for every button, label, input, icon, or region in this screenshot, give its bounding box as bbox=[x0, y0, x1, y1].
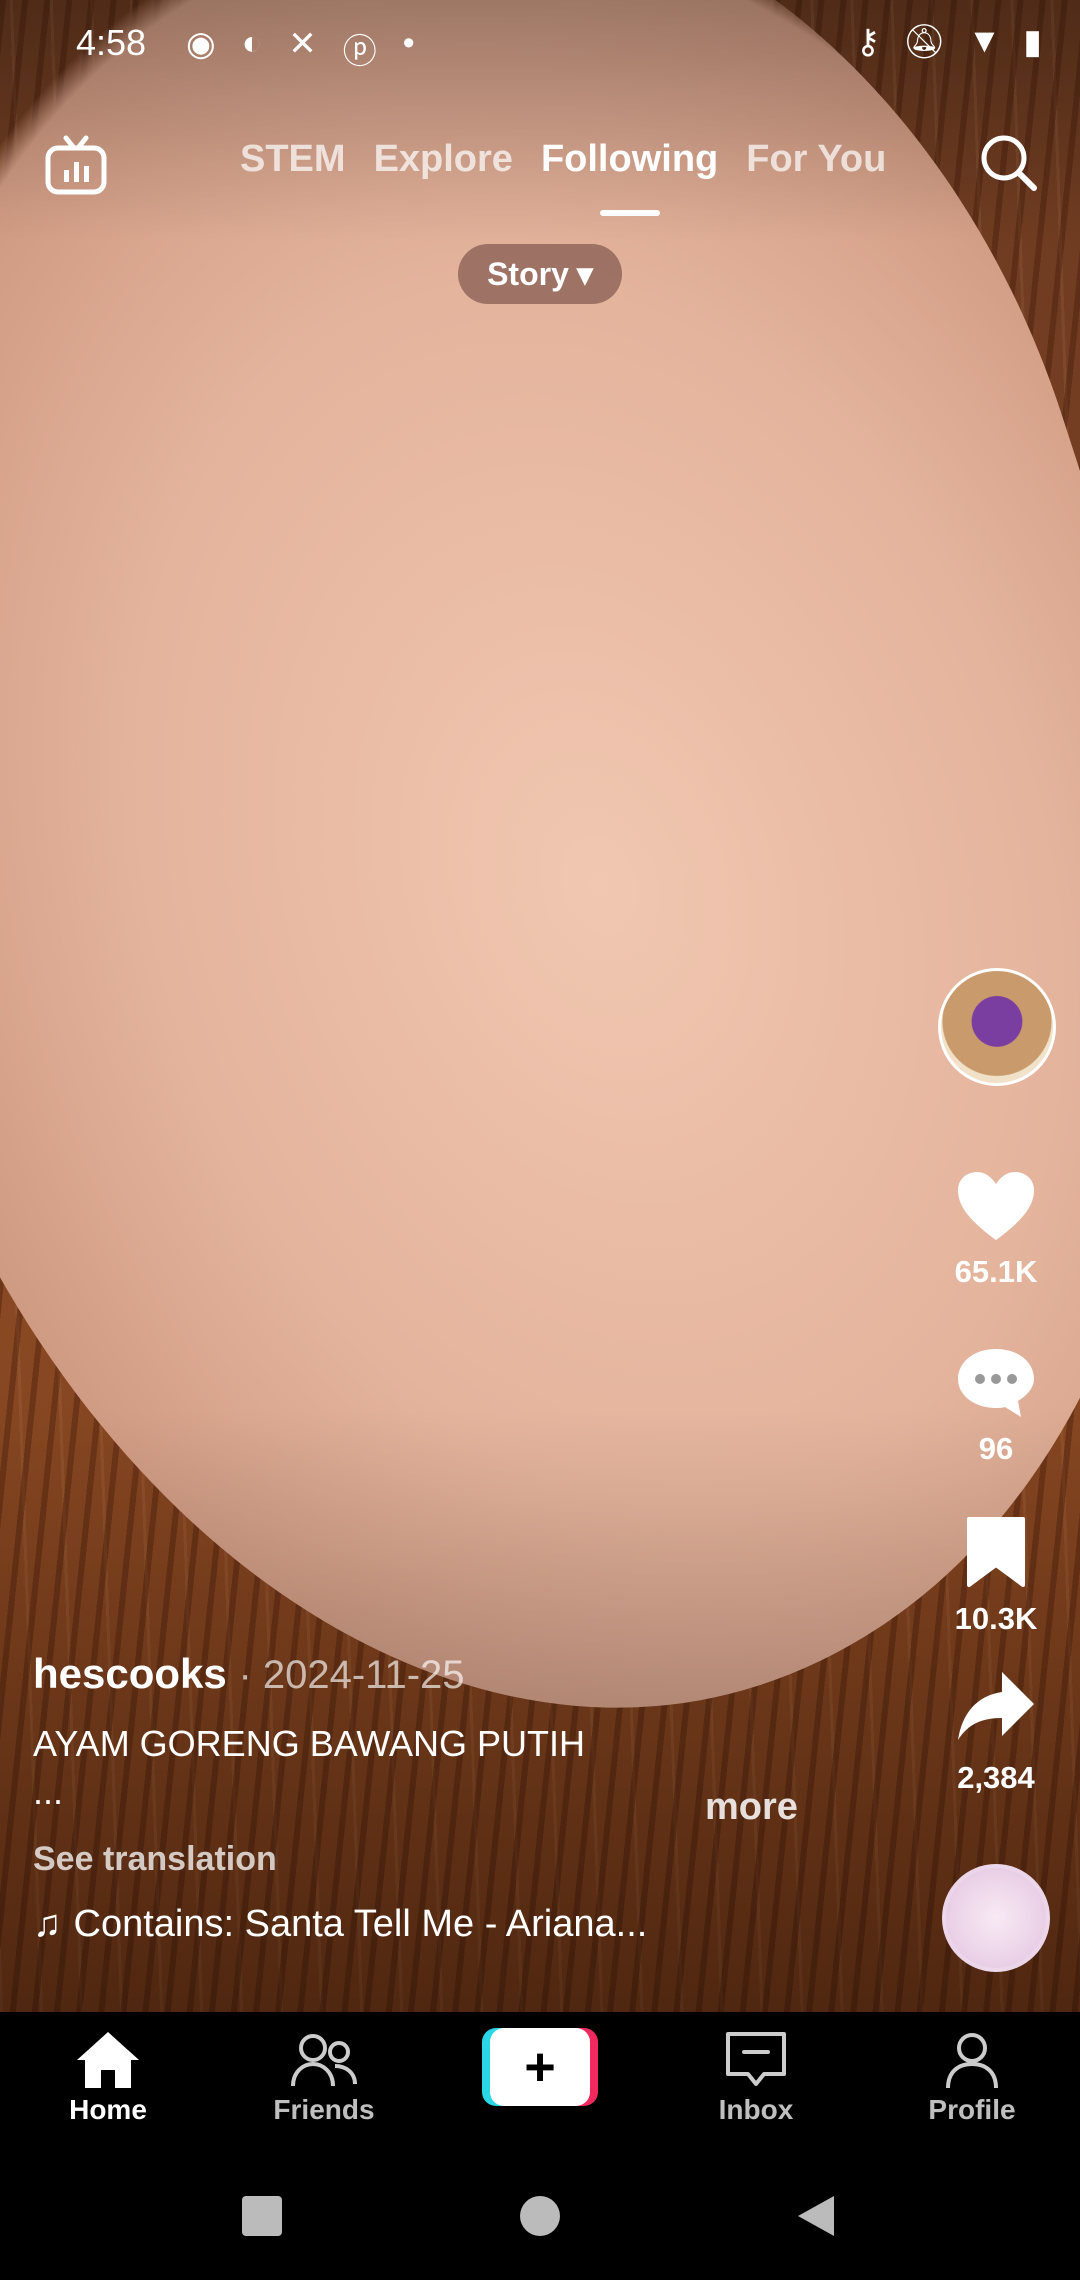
mute-icon: 🔕︎ bbox=[902, 23, 946, 61]
author-username[interactable]: hescooks bbox=[33, 1650, 227, 1697]
story-filter-button[interactable]: Story ▾ bbox=[458, 244, 622, 304]
tab-for-you[interactable]: For You bbox=[746, 138, 886, 181]
nav-inbox[interactable]: Inbox bbox=[676, 2030, 836, 2126]
bookmark-count: 10.3K bbox=[954, 1601, 1038, 1636]
live-tv-icon[interactable] bbox=[44, 134, 108, 198]
top-navigation: STEM Explore Following For You bbox=[0, 120, 1080, 240]
heart-icon bbox=[958, 1172, 1034, 1240]
home-icon bbox=[77, 2032, 139, 2088]
inbox-icon bbox=[726, 2032, 786, 2086]
nav-inbox-label: Inbox bbox=[718, 2094, 794, 2125]
caption-line-2: ... bbox=[33, 1771, 64, 1812]
author-line: hescooks · 2024-11-25 bbox=[33, 1650, 813, 1698]
sound-disc[interactable] bbox=[942, 1864, 1050, 1972]
recents-icon[interactable] bbox=[240, 2194, 284, 2238]
back-triangle-icon[interactable] bbox=[796, 2194, 836, 2238]
system-navigation-bar bbox=[0, 2152, 1080, 2280]
system-status-icons: ⚷ 🔕︎ ▼ ▮ bbox=[856, 22, 1042, 62]
create-button[interactable]: + bbox=[482, 2028, 598, 2106]
nav-profile[interactable]: Profile bbox=[892, 2030, 1052, 2126]
record-icon: ◉ bbox=[186, 25, 216, 63]
battery-icon: ▮ bbox=[1023, 23, 1042, 61]
nav-friends-label: Friends bbox=[273, 2094, 375, 2125]
post-date: · 2024-11-25 bbox=[238, 1653, 465, 1697]
comment-button[interactable]: 96 bbox=[926, 1345, 1066, 1467]
share-arrow-icon bbox=[958, 1672, 1034, 1740]
app-notification-icon: ◐ bbox=[241, 24, 263, 62]
comment-icon bbox=[958, 1349, 1034, 1417]
nav-home[interactable]: Home bbox=[28, 2030, 188, 2126]
capcut-icon: ✕ bbox=[288, 25, 317, 63]
tab-explore[interactable]: Explore bbox=[374, 138, 513, 181]
music-note-icon: ♫ bbox=[33, 1903, 62, 1945]
tab-following[interactable]: Following bbox=[541, 138, 718, 181]
caret-down-icon: ▾ bbox=[576, 256, 593, 292]
story-label: Story bbox=[487, 255, 569, 292]
share-count: 2,384 bbox=[957, 1760, 1035, 1795]
feed-tabs: STEM Explore Following For You bbox=[240, 138, 886, 181]
nav-profile-label: Profile bbox=[928, 2094, 1016, 2125]
sound-title: Contains: Santa Tell Me - Ariana... bbox=[73, 1903, 648, 1945]
nav-home-label: Home bbox=[69, 2094, 147, 2125]
plus-icon: + bbox=[490, 2028, 590, 2106]
caption-text[interactable]: AYAM GORENG BAWANG PUTIH ... bbox=[33, 1720, 813, 1816]
vpn-key-icon: ⚷ bbox=[855, 23, 881, 61]
sound-link[interactable]: ♫ Contains: Santa Tell Me - Ariana... bbox=[33, 1903, 813, 1946]
bookmark-icon bbox=[967, 1517, 1025, 1587]
profile-icon bbox=[946, 2033, 998, 2089]
see-translation-link[interactable]: See translation bbox=[33, 1840, 813, 1879]
comment-count: 96 bbox=[978, 1431, 1014, 1466]
tab-stem[interactable]: STEM bbox=[240, 138, 346, 181]
friends-icon bbox=[291, 2034, 357, 2087]
status-bar: 4:58 ◉ ◐ ✕ ⓟ • ⚷ 🔕︎ ▼ ▮ bbox=[0, 0, 1080, 86]
creator-avatar[interactable] bbox=[938, 968, 1056, 1086]
like-button[interactable]: 65.1K bbox=[926, 1170, 1066, 1290]
wifi-icon: ▼ bbox=[967, 22, 1002, 60]
more-button[interactable]: more bbox=[705, 1786, 798, 1829]
search-icon[interactable] bbox=[976, 130, 1040, 194]
pinterest-icon: ⓟ bbox=[342, 33, 377, 71]
share-button[interactable]: 2,384 bbox=[926, 1670, 1066, 1796]
bookmark-button[interactable]: 10.3K bbox=[926, 1515, 1066, 1637]
post-caption: hescooks · 2024-11-25 AYAM GORENG BAWANG… bbox=[33, 1650, 813, 1946]
bottom-navigation: Home Friends + Inbox Profile bbox=[0, 2012, 1080, 2152]
nav-friends[interactable]: Friends bbox=[244, 2030, 404, 2126]
caption-line-1: AYAM GORENG BAWANG PUTIH bbox=[33, 1723, 586, 1764]
dot-icon: • bbox=[402, 24, 415, 62]
home-circle-icon[interactable] bbox=[518, 2194, 562, 2238]
notification-icons: ◉ ◐ ✕ ⓟ • bbox=[186, 24, 415, 73]
status-time: 4:58 bbox=[76, 22, 147, 63]
like-count: 65.1K bbox=[954, 1254, 1038, 1289]
